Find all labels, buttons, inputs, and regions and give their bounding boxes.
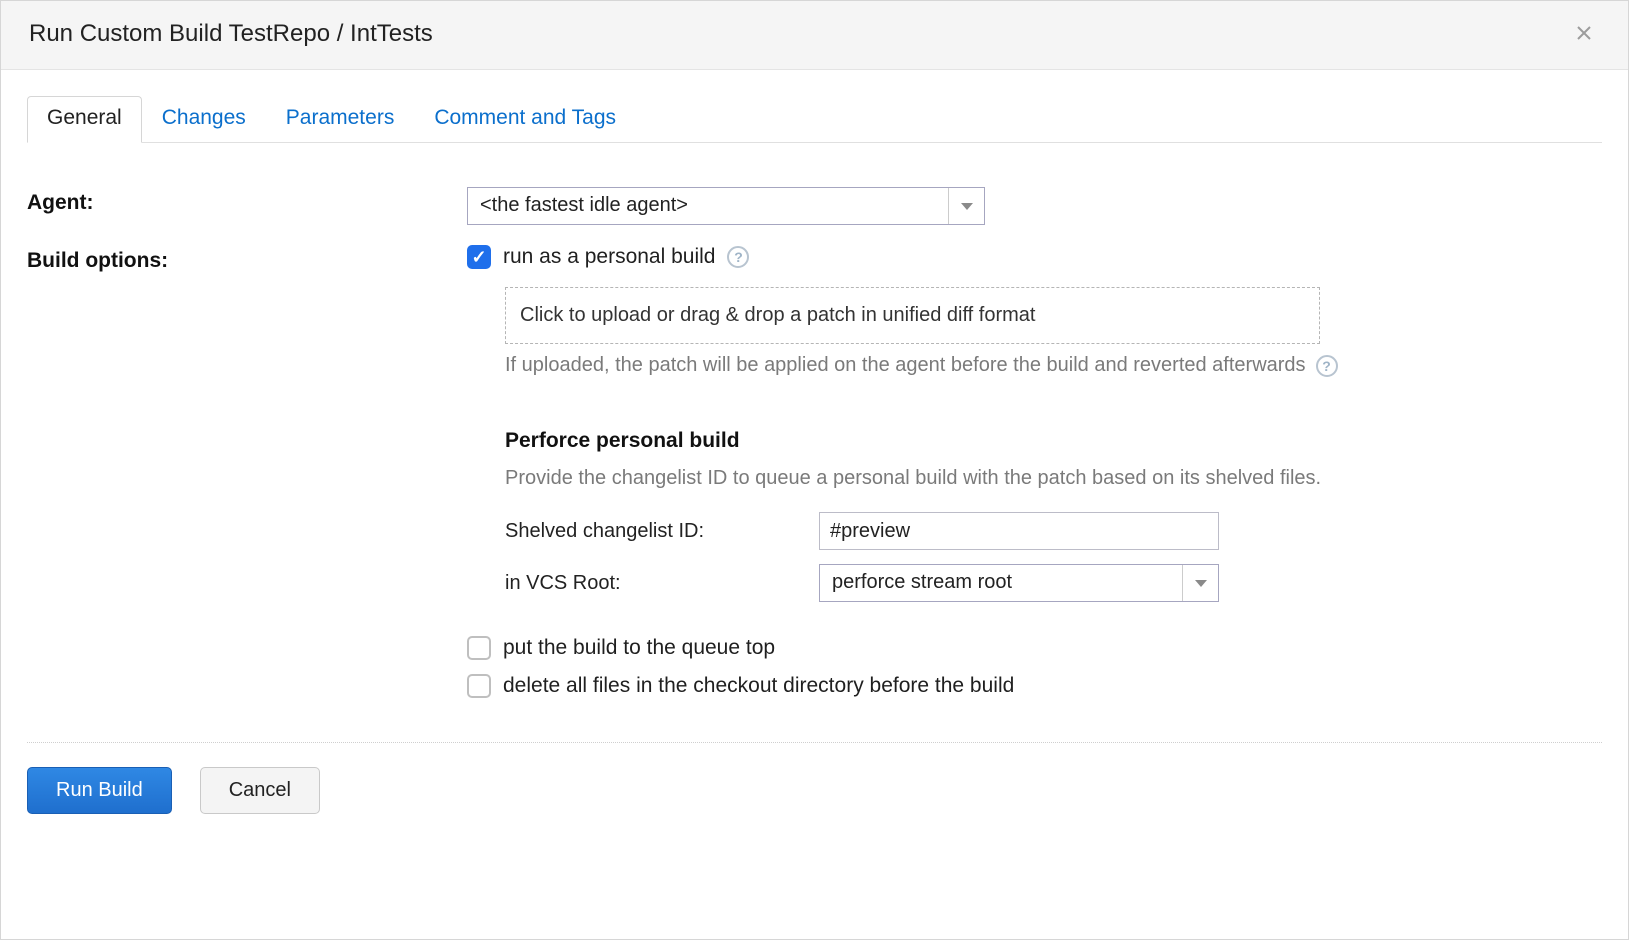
clean-checkout-checkbox[interactable] (467, 674, 491, 698)
dialog-footer: Run Build Cancel (1, 743, 1628, 838)
vcs-root-value: perforce stream root (820, 565, 1182, 601)
vcs-root-label: in VCS Root: (505, 572, 819, 595)
agent-select-value: <the fastest idle agent> (468, 188, 948, 224)
tab-comment-and-tags[interactable]: Comment and Tags (414, 96, 636, 142)
shelved-changelist-label: Shelved changelist ID: (505, 520, 819, 543)
cancel-button[interactable]: Cancel (200, 767, 320, 814)
build-options-label: Build options: (27, 245, 467, 273)
personal-build-label: run as a personal build (503, 245, 715, 269)
chevron-down-icon (961, 203, 973, 210)
dialog-header: Run Custom Build TestRepo / IntTests (1, 1, 1628, 70)
shelved-changelist-input[interactable] (819, 512, 1219, 550)
help-icon[interactable]: ? (727, 246, 749, 268)
perforce-description: Provide the changelist ID to queue a per… (505, 467, 1602, 490)
perforce-heading: Perforce personal build (505, 429, 1602, 453)
chevron-down-icon (1195, 580, 1207, 587)
checkmark-icon: ✓ (471, 247, 486, 268)
vcs-root-select[interactable]: perforce stream root (819, 564, 1219, 602)
run-build-button[interactable]: Run Build (27, 767, 172, 814)
general-form: Agent: <the fastest idle agent> Build op… (27, 143, 1602, 712)
patch-dropzone[interactable]: Click to upload or drag & drop a patch i… (505, 287, 1320, 344)
queue-top-checkbox[interactable] (467, 636, 491, 660)
close-button[interactable] (1568, 19, 1600, 49)
run-custom-build-dialog: Run Custom Build TestRepo / IntTests Gen… (0, 0, 1629, 940)
tab-bar: General Changes Parameters Comment and T… (27, 96, 1602, 143)
agent-select[interactable]: <the fastest idle agent> (467, 187, 985, 225)
vcs-root-select-toggle[interactable] (1182, 565, 1218, 601)
queue-top-label: put the build to the queue top (503, 636, 775, 660)
tab-general[interactable]: General (27, 96, 142, 143)
help-icon[interactable]: ? (1316, 355, 1338, 377)
close-icon (1576, 25, 1592, 41)
tab-changes[interactable]: Changes (142, 96, 266, 142)
personal-build-checkbox[interactable]: ✓ (467, 245, 491, 269)
upload-hint: If uploaded, the patch will be applied o… (505, 354, 1306, 377)
dialog-title: Run Custom Build TestRepo / IntTests (29, 20, 433, 48)
tab-parameters[interactable]: Parameters (266, 96, 415, 142)
agent-label: Agent: (27, 187, 467, 215)
dropzone-text: Click to upload or drag & drop a patch i… (520, 304, 1035, 326)
clean-checkout-label: delete all files in the checkout directo… (503, 674, 1014, 698)
agent-select-toggle[interactable] (948, 188, 984, 224)
